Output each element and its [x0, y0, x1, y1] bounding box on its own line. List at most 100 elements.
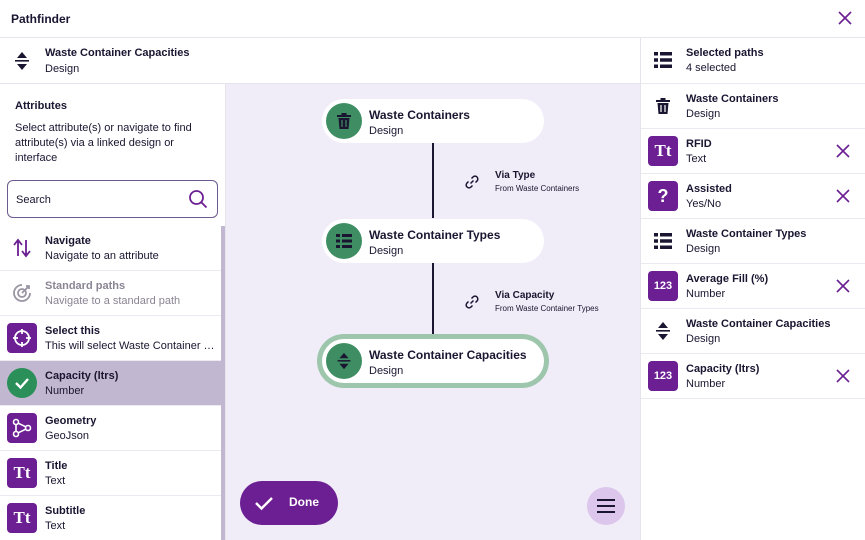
number-123-icon: 123	[648, 361, 678, 391]
attribute-item-sub: Text	[45, 520, 66, 532]
selected-item-sub: Yes/No	[686, 198, 722, 210]
attribute-item-select-this[interactable]: Select this This will select Waste Conta…	[0, 316, 221, 361]
text-type-icon: Tt	[7, 503, 37, 533]
title-bar: Pathfinder	[0, 0, 865, 38]
selected-paths-title: Selected paths	[686, 47, 764, 59]
remove-icon[interactable]	[836, 279, 850, 293]
attributes-panel: Waste Container Capacities Design Attrib…	[0, 38, 640, 540]
path-node-title: Waste Container Capacities	[369, 348, 527, 362]
question-icon: ?	[648, 181, 678, 211]
attribute-item-subtitle[interactable]: Tt Subtitle Text	[0, 496, 221, 540]
sort-arrows-icon	[326, 343, 362, 379]
selected-item-sub: Text	[686, 153, 707, 165]
search-input[interactable]	[16, 190, 176, 210]
attribute-item-sub: Number	[45, 385, 85, 397]
attribute-item-standard-paths[interactable]: Standard paths Navigate to a standard pa…	[0, 271, 221, 316]
target-icon	[7, 278, 37, 308]
search-icon[interactable]	[188, 189, 208, 209]
selected-item-label: Waste Container Capacities	[686, 318, 831, 330]
selected-item-label: Waste Container Types	[686, 228, 807, 240]
selected-item-label: RFID	[686, 138, 712, 150]
trash-icon	[648, 91, 678, 121]
number-glyph: 123	[653, 280, 673, 292]
current-design-title: Waste Container Capacities	[45, 47, 190, 59]
question-glyph: ?	[658, 186, 669, 206]
selected-item-rfid: Tt RFID Text	[641, 129, 865, 174]
attribute-list-scrollbar[interactable]	[221, 226, 225, 540]
attribute-item-label: Capacity (ltrs)	[45, 370, 119, 382]
text-type-glyph: Tt	[13, 463, 31, 482]
selected-item-label: Capacity (ltrs)	[686, 363, 760, 375]
text-type-glyph: Tt	[13, 508, 31, 527]
attributes-description: Select attribute(s) or navigate to find …	[15, 122, 192, 164]
close-icon[interactable]	[837, 10, 853, 26]
link-icon	[465, 295, 479, 309]
current-design-header: Waste Container Capacities Design	[0, 38, 640, 84]
path-node-subtitle: Design	[369, 245, 404, 257]
path-node-subtitle: Design	[369, 365, 404, 377]
path-node-waste-container-capacities[interactable]: Waste Container Capacities Design	[322, 339, 544, 383]
done-button[interactable]: Done	[240, 481, 338, 525]
selected-paths-panel: Selected paths 4 selected Waste Containe…	[640, 38, 865, 540]
selected-item-sub: Number	[686, 378, 726, 390]
path-canvas: Waste Containers Design Waste Container …	[226, 84, 640, 540]
path-node-waste-containers[interactable]: Waste Containers Design	[322, 99, 544, 143]
selected-item-sub: Design	[686, 243, 721, 255]
remove-icon[interactable]	[836, 189, 850, 203]
list-icon	[326, 223, 362, 259]
attribute-item-sub: GeoJson	[45, 430, 90, 442]
selected-paths-count: 4 selected	[686, 62, 737, 74]
selected-item-label: Waste Containers	[686, 93, 779, 105]
search-box	[7, 180, 218, 218]
window-title: Pathfinder	[11, 12, 71, 26]
attribute-item-title[interactable]: Tt Title Text	[0, 451, 221, 496]
list-icon	[648, 226, 678, 256]
text-type-icon: Tt	[648, 136, 678, 166]
attribute-item-geometry[interactable]: Geometry GeoJson	[0, 406, 221, 451]
path-link-label: Via Capacity	[495, 290, 555, 301]
check-icon	[255, 497, 273, 511]
remove-icon[interactable]	[836, 369, 850, 383]
selected-item-waste-container-types: Waste Container Types Design	[641, 219, 865, 264]
path-node-title: Waste Containers	[369, 108, 470, 122]
path-link-source: From Waste Container Types	[495, 304, 599, 313]
remove-icon[interactable]	[836, 144, 850, 158]
selected-item-assisted: ? Assisted Yes/No	[641, 174, 865, 219]
selected-item-sub: Design	[686, 108, 721, 120]
selected-item-waste-containers: Waste Containers Design	[641, 84, 865, 129]
attribute-item-sub: This will select Waste Container Capacit…	[45, 340, 217, 352]
attributes-heading: Attributes	[15, 100, 67, 112]
path-connector	[432, 143, 434, 218]
geometry-icon	[7, 413, 37, 443]
path-link-source: From Waste Containers	[495, 184, 580, 193]
attribute-item-navigate[interactable]: Navigate Navigate to an attribute	[0, 226, 221, 271]
attribute-item-label: Navigate	[45, 235, 91, 247]
attribute-item-sub: Navigate to a standard path	[45, 295, 181, 307]
selected-item-label: Average Fill (%)	[686, 273, 769, 285]
attribute-item-label: Geometry	[45, 415, 97, 427]
selected-item-sub: Number	[686, 288, 726, 300]
selected-item-label: Assisted	[686, 183, 732, 195]
attribute-item-label: Standard paths	[45, 280, 126, 292]
attribute-list: Navigate Navigate to an attribute Standa…	[0, 226, 226, 540]
path-node-subtitle: Design	[369, 125, 404, 137]
hamburger-icon	[597, 499, 615, 513]
path-node-title: Waste Container Types	[369, 228, 501, 242]
crosshair-icon	[7, 323, 37, 353]
selected-item-capacity: 123 Capacity (ltrs) Number	[641, 354, 865, 399]
attribute-item-sub: Navigate to an attribute	[45, 250, 159, 262]
list-icon	[648, 45, 678, 75]
navigate-arrows-icon	[7, 233, 37, 263]
attribute-item-capacity[interactable]: Capacity (ltrs) Number	[0, 361, 221, 406]
path-node-waste-container-types[interactable]: Waste Container Types Design	[322, 219, 544, 263]
attribute-item-label: Subtitle	[45, 505, 86, 517]
menu-button[interactable]	[587, 487, 625, 525]
current-design-subtitle: Design	[45, 63, 80, 75]
path-connector	[432, 263, 434, 338]
selected-item-average-fill: 123 Average Fill (%) Number	[641, 264, 865, 309]
check-icon	[7, 368, 37, 398]
number-123-icon: 123	[648, 271, 678, 301]
selected-item-waste-container-capacities: Waste Container Capacities Design	[641, 309, 865, 354]
attribute-item-sub: Text	[45, 475, 66, 487]
selected-paths-header: Selected paths 4 selected	[641, 38, 865, 84]
